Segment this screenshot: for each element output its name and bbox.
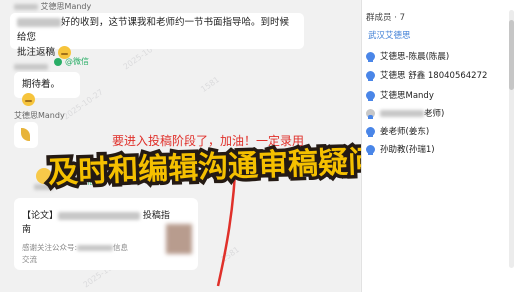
member-item[interactable]: 姜老师(姜东) [366, 125, 429, 139]
blurred-text [17, 18, 61, 27]
card-subtitle: 交流 [22, 255, 37, 264]
member-item[interactable]: 艾德思 舒鑫 18040564272 [366, 69, 487, 83]
member-item[interactable]: 孙助教(孙瑞1) [366, 143, 435, 157]
message-text: 期待着。 [22, 79, 61, 90]
member-list-header: 群成员 · 7 [366, 13, 406, 23]
member-item[interactable]: 老师) [366, 107, 444, 121]
user-icon [366, 127, 375, 137]
article-card[interactable]: 【论文】 投稿指 南 感谢关注公众号: 信息 交流 [14, 198, 198, 270]
card-subtitle: 感谢关注公众号: 信息 [22, 243, 129, 252]
user-icon [366, 145, 375, 155]
card-title: 南 [22, 225, 32, 235]
user-icon [366, 71, 375, 81]
message-bubble[interactable] [14, 122, 38, 148]
member-item[interactable]: 艾德思Mandy [366, 89, 434, 103]
member-item[interactable]: 武汉艾德思 [368, 29, 411, 43]
wechat-icon [54, 57, 62, 66]
wechat-tag: @微信 [54, 56, 89, 67]
blurred-name [14, 3, 38, 10]
blurred-name [14, 63, 48, 70]
message-bubble[interactable]: 期待着。 [14, 72, 80, 106]
banana-emoji-icon [21, 128, 30, 141]
member-item[interactable]: 艾德思-陈晨(陈晨) [366, 50, 449, 64]
user-icon [366, 91, 375, 101]
card-title: 【论文】 投稿指 [22, 211, 170, 221]
scrollbar-thumb[interactable] [509, 20, 514, 90]
user-icon [366, 109, 375, 119]
watermark: 1581 [199, 74, 222, 95]
card-thumbnail [166, 224, 192, 254]
message-bubble[interactable]: 好的收到，这节课我和老师约一节书面指导哈。到时候给您 批注返稿 [10, 13, 304, 59]
grin-emoji-icon [22, 93, 35, 106]
message-sender: 艾德思Mandy [14, 1, 91, 12]
user-icon [366, 52, 375, 62]
message-sender: 艾德思Mandy [14, 111, 65, 120]
